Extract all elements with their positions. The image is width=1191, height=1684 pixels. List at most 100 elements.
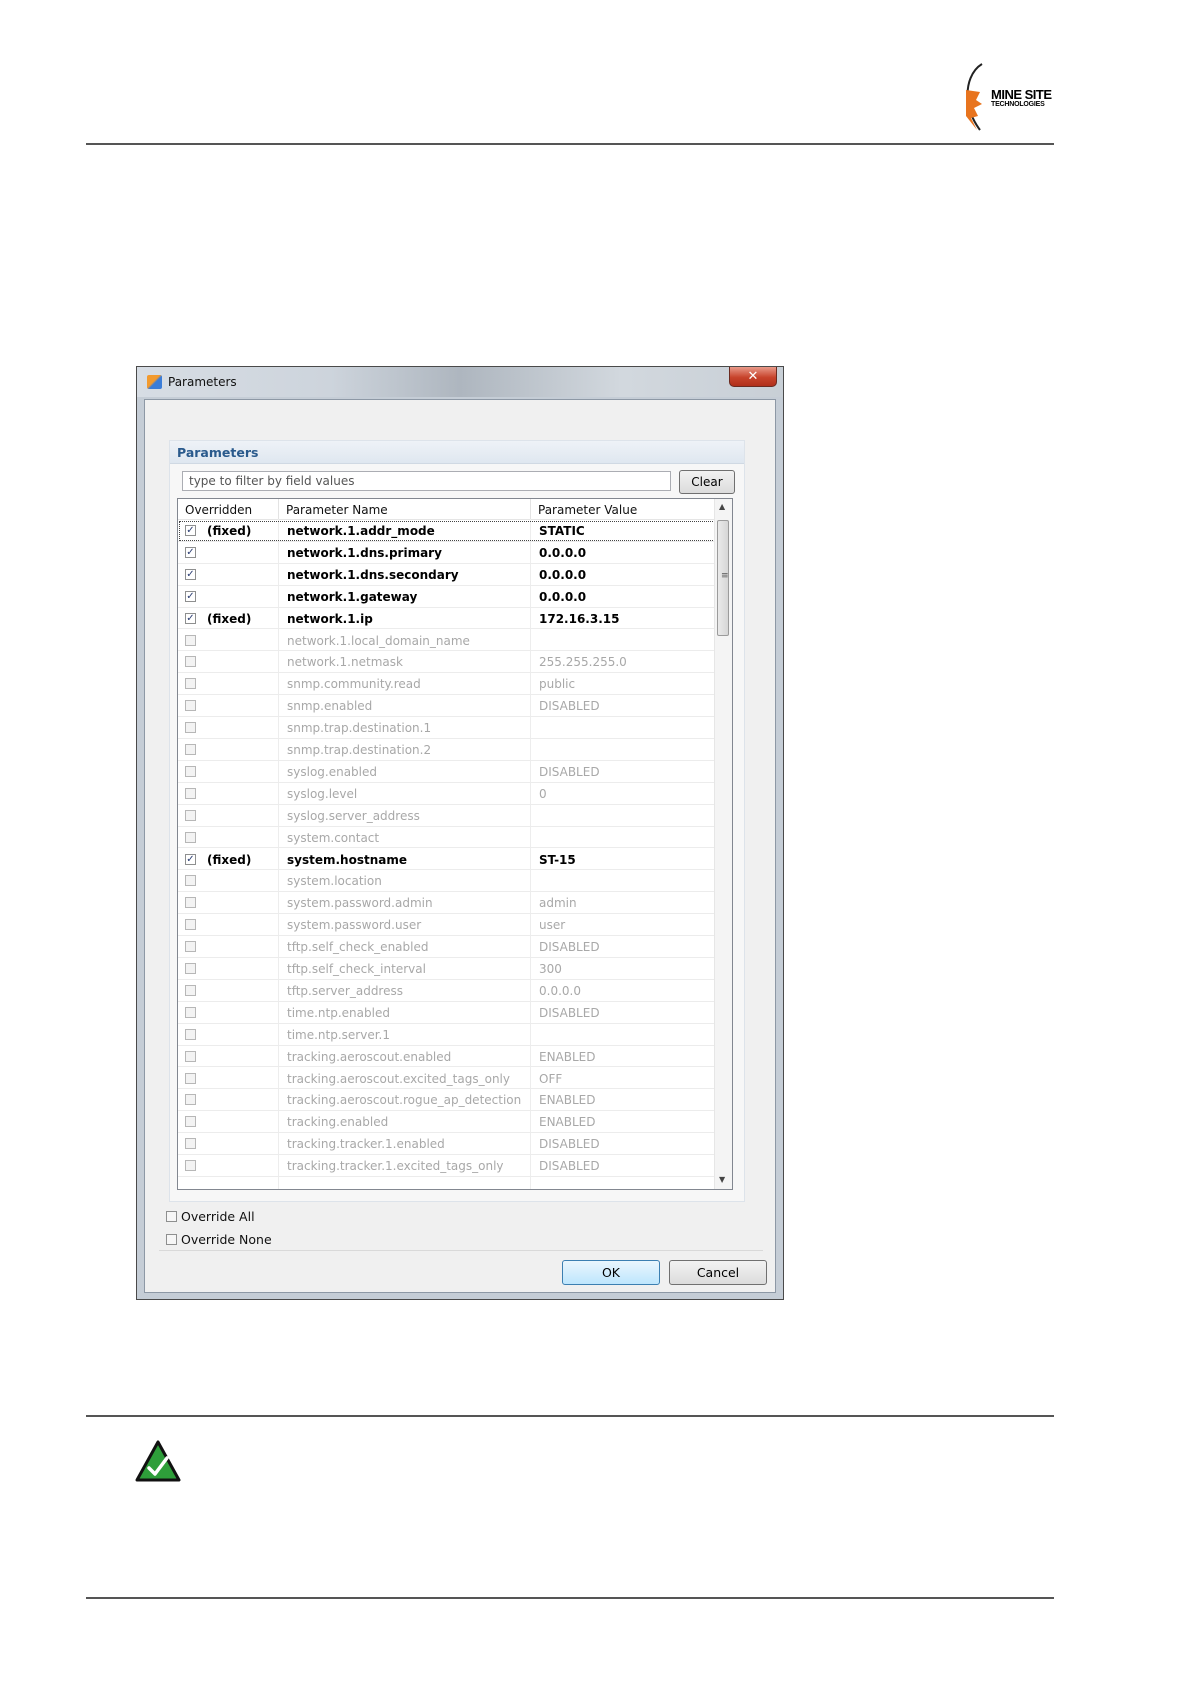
table-row[interactable]: system.password.user user xyxy=(178,914,716,937)
override-checkbox[interactable] xyxy=(185,831,196,843)
parameter-value[interactable]: DISABLED xyxy=(539,1159,600,1173)
parameter-value[interactable]: ENABLED xyxy=(539,1115,596,1129)
parameter-value[interactable]: OFF xyxy=(539,1072,562,1086)
table-row[interactable]: ✓ (fixed) network.1.addr_mode STATIC xyxy=(178,520,716,542)
parameter-value[interactable]: ENABLED xyxy=(539,1093,596,1107)
parameter-value[interactable]: 172.16.3.15 xyxy=(539,612,619,626)
table-row[interactable]: tracking.tracker.1.excited_tags_only DISA… xyxy=(178,1155,716,1177)
parameter-value[interactable]: public xyxy=(539,677,575,691)
table-row[interactable]: tftp.self_check_enabled DISABLED xyxy=(178,936,716,958)
scrollbar-thumb[interactable]: ≡ xyxy=(717,520,729,636)
table-row[interactable]: syslog.enabled DISABLED xyxy=(178,761,716,783)
parameter-value[interactable]: 0.0.0.0 xyxy=(539,546,586,560)
override-none-checkbox[interactable] xyxy=(166,1234,177,1245)
table-row[interactable]: tftp.self_check_interval 300 xyxy=(178,958,716,980)
table-row[interactable]: tftp.server_address 0.0.0.0 xyxy=(178,980,716,1002)
parameter-value[interactable]: DISABLED xyxy=(539,1137,600,1151)
table-row[interactable]: network.1.local_domain_name xyxy=(178,630,716,652)
table-row[interactable]: ✓ (fixed) network.1.ip 172.16.3.15 xyxy=(178,608,716,630)
override-checkbox[interactable] xyxy=(185,634,196,646)
parameter-value[interactable]: ENABLED xyxy=(539,1050,596,1064)
table-row[interactable]: ✓ network.1.dns.secondary 0.0.0.0 xyxy=(178,564,716,586)
override-checkbox[interactable] xyxy=(185,1072,196,1084)
override-checkbox[interactable] xyxy=(185,656,196,668)
override-all-checkbox[interactable] xyxy=(166,1211,177,1222)
table-row[interactable]: system.password.admin admin xyxy=(178,892,716,915)
override-checkbox[interactable]: ✓ xyxy=(185,546,196,558)
override-checkbox[interactable] xyxy=(185,700,196,712)
table-row[interactable]: time.ntp.server.1 xyxy=(178,1024,716,1046)
table-row[interactable]: tracking.enabled ENABLED xyxy=(178,1111,716,1134)
table-row[interactable]: network.1.netmask 255.255.255.0 xyxy=(178,651,716,674)
table-row[interactable]: snmp.community.read public xyxy=(178,673,716,696)
table-row[interactable]: ✓ network.1.gateway 0.0.0.0 xyxy=(178,586,716,608)
override-checkbox[interactable] xyxy=(185,1028,196,1040)
override-checkbox[interactable] xyxy=(185,1094,196,1106)
override-checkbox[interactable] xyxy=(185,941,196,953)
dialog-titlebar[interactable]: Parameters ✕ xyxy=(137,367,783,397)
override-checkbox[interactable] xyxy=(185,765,196,777)
panel-title: Parameters xyxy=(177,445,259,460)
override-checkbox[interactable] xyxy=(185,897,196,909)
parameter-value[interactable]: 255.255.255.0 xyxy=(539,655,627,669)
override-checkbox[interactable] xyxy=(185,722,196,734)
override-checkbox[interactable] xyxy=(185,1006,196,1018)
override-checkbox[interactable] xyxy=(185,1116,196,1128)
override-checkbox[interactable] xyxy=(185,787,196,799)
column-header-parameter-name[interactable]: Parameter Name xyxy=(286,503,388,517)
override-checkbox[interactable]: ✓ xyxy=(185,590,196,602)
parameter-value[interactable]: STATIC xyxy=(539,524,585,538)
parameter-value[interactable]: DISABLED xyxy=(539,940,600,954)
override-checkbox[interactable]: ✓ xyxy=(185,568,196,580)
override-checkbox[interactable] xyxy=(185,809,196,821)
close-button[interactable]: ✕ xyxy=(729,367,777,387)
parameter-value[interactable]: admin xyxy=(539,896,577,910)
parameter-name: network.1.gateway xyxy=(287,589,418,604)
table-row[interactable]: system.location xyxy=(178,870,716,893)
vertical-scrollbar[interactable]: ▲ ≡ ▼ xyxy=(714,499,732,1189)
table-row[interactable]: tracking.aeroscout.enabled ENABLED xyxy=(178,1046,716,1068)
table-row[interactable]: tracking.tracker.1.enabled DISABLED xyxy=(178,1133,716,1156)
table-row[interactable]: snmp.enabled DISABLED xyxy=(178,695,716,718)
table-row[interactable]: ✓ (fixed) system.hostname ST-15 xyxy=(178,849,716,871)
parameter-value[interactable]: DISABLED xyxy=(539,1006,600,1020)
clear-button[interactable]: Clear xyxy=(679,470,735,494)
parameter-value[interactable]: 300 xyxy=(539,962,562,976)
table-row[interactable]: syslog.level 0 xyxy=(178,783,716,805)
parameter-value[interactable]: 0.0.0.0 xyxy=(539,984,581,998)
parameter-value[interactable]: DISABLED xyxy=(539,699,600,713)
override-checkbox[interactable] xyxy=(185,919,196,931)
table-row[interactable]: tracking.aeroscout.rogue_ap_detection ENA… xyxy=(178,1089,716,1112)
override-checkbox[interactable] xyxy=(185,875,196,887)
parameter-value[interactable]: user xyxy=(539,918,565,932)
parameter-value[interactable]: 0.0.0.0 xyxy=(539,568,586,582)
override-checkbox[interactable]: ✓ xyxy=(185,853,196,865)
parameter-value[interactable]: 0.0.0.0 xyxy=(539,590,586,604)
parameter-value[interactable]: 0 xyxy=(539,787,547,801)
table-row[interactable]: snmp.trap.destination.2 xyxy=(178,739,716,761)
override-checkbox[interactable] xyxy=(185,1138,196,1150)
override-checkbox[interactable] xyxy=(185,963,196,974)
table-row[interactable]: tracking.aeroscout.excited_tags_only OFF xyxy=(178,1068,716,1090)
override-checkbox[interactable] xyxy=(185,984,196,996)
table-row[interactable]: snmp.trap.destination.1 xyxy=(178,717,716,739)
scroll-up-arrow-icon[interactable]: ▲ xyxy=(719,502,725,511)
cancel-button[interactable]: Cancel xyxy=(669,1260,767,1285)
column-header-parameter-value[interactable]: Parameter Value xyxy=(538,503,637,517)
ok-button[interactable]: OK xyxy=(562,1260,660,1285)
table-row[interactable]: system.contact xyxy=(178,827,716,849)
filter-input[interactable]: type to filter by field values xyxy=(182,471,671,491)
table-row[interactable]: ✓ network.1.dns.primary 0.0.0.0 xyxy=(178,542,716,564)
parameter-value[interactable]: DISABLED xyxy=(539,765,600,779)
scroll-down-arrow-icon[interactable]: ▼ xyxy=(719,1175,725,1184)
override-checkbox[interactable] xyxy=(185,678,196,690)
override-checkbox[interactable] xyxy=(185,1160,196,1172)
override-checkbox[interactable]: ✓ xyxy=(185,612,196,624)
table-row[interactable]: time.ntp.enabled DISABLED xyxy=(178,1002,716,1024)
table-row[interactable]: syslog.server_address xyxy=(178,805,716,827)
override-checkbox[interactable]: ✓ xyxy=(185,525,196,536)
override-checkbox[interactable] xyxy=(185,744,196,755)
override-checkbox[interactable] xyxy=(185,1050,196,1062)
column-header-overridden[interactable]: Overridden xyxy=(185,503,252,517)
parameter-value[interactable]: ST-15 xyxy=(539,853,576,867)
